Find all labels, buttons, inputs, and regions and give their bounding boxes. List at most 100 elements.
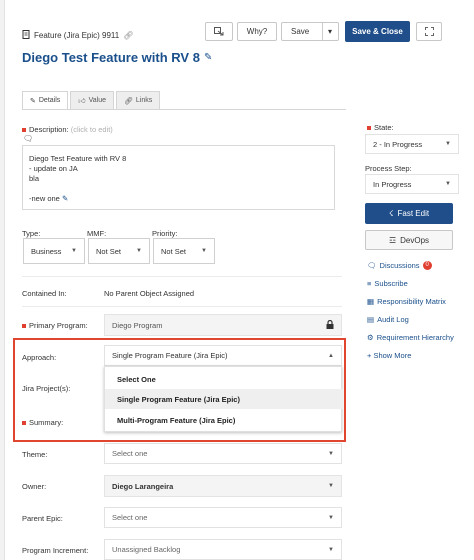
primary-program-value: Diego Program [112, 320, 163, 330]
description-line: -new one ✎ [29, 194, 69, 203]
parent-epic-label: Parent Epic: [22, 514, 63, 523]
page-title: Diego Test Feature with RV 8 ✎ [22, 50, 212, 65]
page-title-text: Diego Test Feature with RV 8 [22, 50, 200, 65]
responsibility-matrix-link[interactable]: ▦ Responsibility Matrix [367, 297, 446, 306]
discussions-link[interactable]: 🗨︎ Discussions 0 [367, 261, 432, 270]
item-type-label: Feature (Jira Epic) 9911 🔗︎ [22, 30, 133, 41]
tab-links[interactable]: 🔗︎ Links [116, 91, 161, 109]
description-line: - update on JA [29, 164, 78, 173]
edit-pencil-icon[interactable]: ✎ [204, 52, 212, 63]
tab-details[interactable]: ✎ Details [22, 91, 69, 109]
state-select[interactable]: 2 - In Progress ▼ [365, 134, 459, 154]
owner-value: Diego Larangeira [112, 481, 174, 491]
link-icon[interactable]: 🔗︎ [123, 31, 133, 40]
primary-program-field[interactable]: Diego Program [104, 314, 342, 336]
fast-edit-button[interactable]: ☇ Fast Edit [365, 203, 453, 224]
tab-links-label: Links [135, 97, 153, 104]
theme-select[interactable]: Select one ▼ [104, 443, 342, 464]
caret-down-icon: ▼ [201, 248, 207, 254]
type-label: Type: [22, 229, 41, 238]
divider [22, 276, 342, 277]
chevron-down-icon[interactable]: ▾ [322, 23, 332, 40]
share-icon [214, 27, 224, 36]
highlight-box [13, 338, 346, 442]
caret-down-icon: ▼ [328, 483, 334, 489]
state-label: State: [367, 123, 394, 132]
description-hint[interactable]: (click to edit) [71, 125, 113, 134]
description-line [29, 184, 328, 194]
primary-program-label: Primary Program: [22, 321, 88, 330]
requirement-hierarchy-link[interactable]: ⚙ Requirement Hierarchy [367, 333, 454, 342]
fast-edit-label: Fast Edit [397, 209, 430, 218]
audit-log-icon: ▤ [367, 315, 375, 324]
description-label: Description: (click to edit) [22, 125, 113, 134]
process-step-select[interactable]: In Progress ▼ [365, 174, 459, 194]
rss-icon: ≡ [367, 279, 372, 288]
save-close-button[interactable]: Save & Close [345, 21, 410, 42]
subscribe-link[interactable]: ≡ Subscribe [367, 279, 408, 288]
caret-down-icon: ▼ [136, 248, 142, 254]
owner-label: Owner: [22, 482, 47, 491]
tab-divider [22, 109, 346, 110]
description-label-text: Description: [29, 125, 69, 134]
save-button[interactable]: Save ▾ [281, 22, 339, 41]
parent-epic-value: Select one [112, 513, 148, 522]
tab-details-label: Details [38, 97, 61, 104]
priority-select[interactable]: Not Set ▼ [153, 238, 215, 264]
devops-icon: ☲ [388, 235, 397, 245]
devops-button[interactable]: ☲ DevOps [365, 230, 453, 250]
expand-icon [424, 27, 434, 36]
required-marker [22, 128, 26, 133]
tab-value[interactable]: 👍︎ Value [70, 91, 114, 109]
lock-icon [326, 319, 334, 331]
save-label: Save [291, 27, 310, 36]
description-line: Diego Test Feature with RV 8 [29, 154, 127, 163]
required-marker [367, 126, 371, 131]
required-marker [22, 324, 26, 329]
show-more-link[interactable]: + Show More [367, 351, 411, 360]
contained-in-value: No Parent Object Assigned [104, 289, 195, 298]
chat-icon: 🗨︎ [367, 261, 377, 270]
thumbs-up-icon: 👍︎ [78, 98, 86, 105]
item-type-text: Feature (Jira Epic) 9911 [34, 31, 120, 40]
priority-value: Not Set [161, 246, 187, 256]
devops-label: DevOps [400, 235, 430, 245]
expand-button[interactable] [416, 22, 442, 41]
program-increment-value: Unassigned Backlog [112, 545, 181, 554]
pencil-icon: ✎ [30, 97, 36, 105]
owner-select[interactable]: Diego Larangeira ▼ [104, 475, 342, 497]
divider [22, 306, 342, 307]
program-increment-select[interactable]: Unassigned Backlog ▼ [104, 539, 342, 560]
why-button[interactable]: Why? [237, 22, 277, 41]
theme-label: Theme: [22, 450, 48, 459]
theme-value: Select one [112, 449, 148, 458]
caret-down-icon: ▼ [328, 514, 334, 521]
tab-bar: ✎ Details 👍︎ Value 🔗︎ Links [22, 91, 161, 109]
description-field[interactable]: Diego Test Feature with RV 8 - update on… [22, 145, 335, 210]
parent-epic-select[interactable]: Select one ▼ [104, 507, 342, 528]
caret-down-icon: ▼ [328, 546, 334, 553]
mmf-value: Not Set [96, 246, 122, 256]
share-button[interactable] [205, 22, 233, 41]
audit-log-link[interactable]: ▤ Audit Log [367, 315, 409, 324]
left-edge-bar [0, 0, 5, 560]
comment-icon[interactable]: 🗨︎ [23, 134, 33, 143]
link-icon: 🔗︎ [124, 97, 133, 105]
process-step-label: Process Step: [365, 164, 412, 173]
state-value: 2 - In Progress [373, 139, 423, 149]
caret-down-icon: ▼ [445, 141, 451, 147]
priority-label: Priority: [152, 229, 178, 238]
mmf-select[interactable]: Not Set ▼ [88, 238, 150, 264]
type-value: Business [31, 246, 62, 256]
hierarchy-icon: ⚙ [367, 333, 374, 342]
tab-value-label: Value [88, 97, 106, 104]
caret-down-icon: ▼ [328, 450, 334, 457]
caret-down-icon: ▼ [71, 248, 77, 254]
document-icon [22, 30, 30, 41]
contained-in-label: Contained In: [22, 289, 67, 298]
type-select[interactable]: Business ▼ [23, 238, 85, 264]
process-step-value: In Progress [373, 179, 412, 189]
discussions-count-badge: 0 [422, 261, 432, 270]
edit-pencil-icon[interactable]: ✎ [62, 194, 68, 203]
program-increment-label: Program Increment: [22, 546, 89, 555]
